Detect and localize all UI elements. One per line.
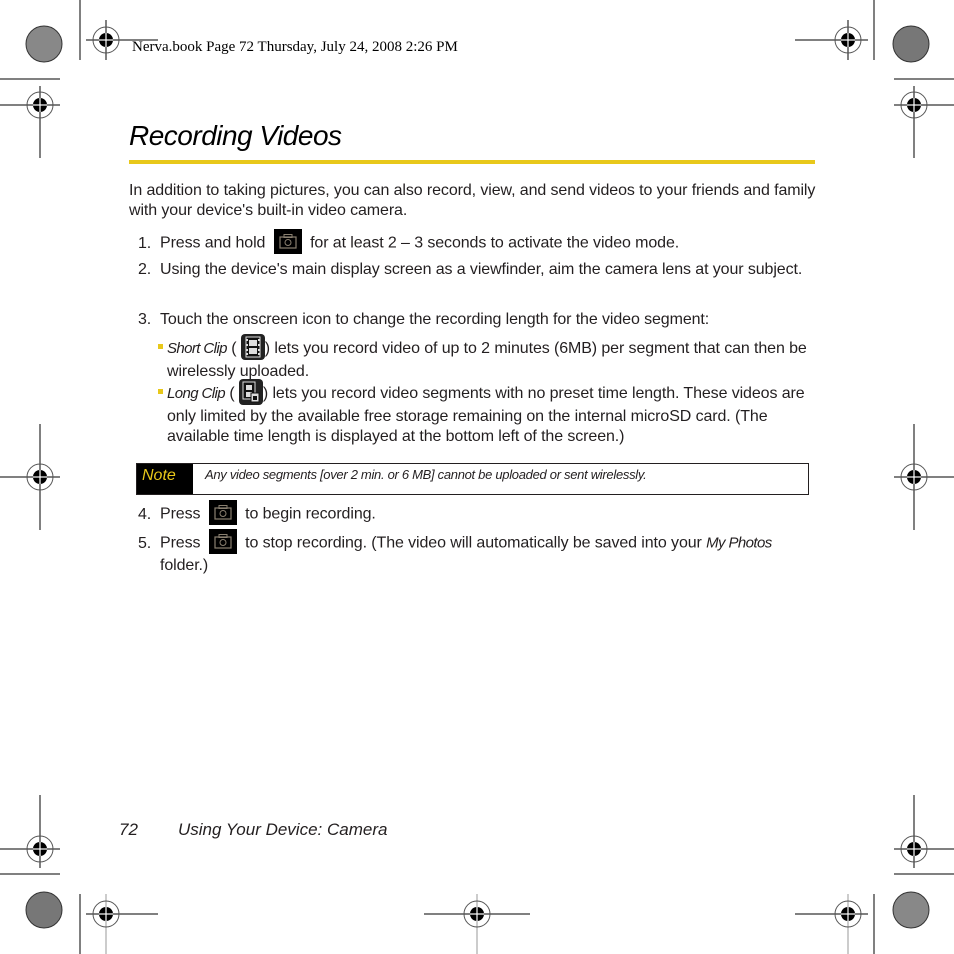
print-slug-line: Nerva.book Page 72 Thursday, July 24, 20…: [132, 39, 458, 55]
option-label: Long Clip: [167, 385, 226, 403]
section-title: Using Your Device: Camera: [178, 820, 388, 839]
page-number: 72: [119, 820, 138, 839]
bullet-marker: [158, 344, 163, 349]
step-text: to stop recording. (The video will autom…: [245, 534, 702, 552]
step-3: 3. Touch the onscreen icon to change the …: [138, 310, 818, 330]
starburst-mark: [25, 25, 63, 63]
step-text: Touch the onscreen icon to change the re…: [160, 311, 710, 328]
intro-paragraph: In addition to taking pictures, you can …: [129, 182, 816, 219]
step-number: 1.: [138, 234, 152, 252]
note-label: Note: [137, 464, 193, 494]
step-text: for at least 2 – 3 seconds to activate t…: [310, 234, 680, 252]
step-text: to begin recording.: [245, 505, 376, 523]
starburst-mark: [892, 25, 930, 63]
bullet-marker: [158, 389, 163, 394]
bullet-short-clip: Short Clip ( ) lets you record video of …: [158, 334, 818, 382]
option-label: Short Clip: [167, 340, 227, 358]
step-text: Press: [160, 505, 201, 523]
folder-name: My Photos: [706, 534, 772, 552]
camera-key-icon: [273, 229, 302, 254]
step-5: 5. Press to stop recording. (The video wi…: [138, 529, 818, 576]
step-text: Using the device's main display screen a…: [160, 261, 803, 278]
title-underline: [129, 160, 815, 164]
note-box: Note Any video segments [over 2 min. or …: [136, 463, 809, 495]
camera-key-icon: [208, 500, 237, 525]
starburst-mark: [25, 891, 63, 929]
short-clip-icon: [240, 334, 265, 360]
page-title: Recording Videos: [129, 120, 342, 151]
step-4: 4. Press to begin recording.: [138, 500, 818, 527]
bullet-long-clip: Long Clip ( ) lets you record video segm…: [158, 379, 818, 447]
step-text: Press and hold: [160, 234, 266, 252]
long-clip-icon: [238, 379, 263, 405]
step-number: 5.: [138, 534, 152, 552]
camera-key-icon: [208, 529, 237, 554]
step-number: 4.: [138, 505, 152, 523]
step-1: 1. Press and hold for at least 2 – 3 seco…: [138, 229, 818, 256]
step-number: 3.: [138, 311, 152, 328]
step-text: Press: [160, 534, 201, 552]
note-text: Any video segments [over 2 min. or 6 MB]…: [205, 467, 647, 482]
step-text: folder.): [160, 557, 209, 574]
step-number: 2.: [138, 261, 152, 278]
starburst-mark: [892, 891, 930, 929]
step-2: 2. Using the device's main display screen…: [138, 260, 818, 280]
